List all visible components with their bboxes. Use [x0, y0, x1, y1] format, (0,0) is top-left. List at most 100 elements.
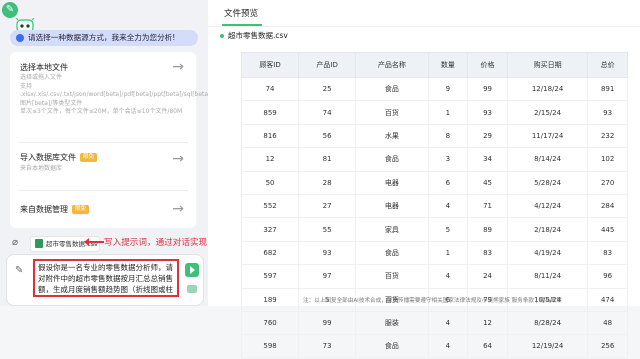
app-logo-icon[interactable]: ✎ — [2, 2, 18, 18]
chat-input-area: ✎ 假设你是一名专业的零售数据分析师，请对附件中的超市零售数据按月汇总总销售额，… — [6, 254, 204, 306]
option-title: 选择本地文件 — [20, 63, 68, 72]
table-cell: 256 — [587, 334, 628, 359]
table-cell: 83 — [467, 240, 508, 266]
table-cell: 食品 — [355, 240, 429, 266]
column-header: 顾客ID — [240, 52, 300, 78]
table-cell: 百货 — [355, 100, 429, 125]
option-title: 来自数据管理 — [20, 205, 68, 214]
table-cell: 74 — [240, 76, 300, 102]
table-cell: 12 — [240, 147, 300, 172]
paperclip-icon[interactable]: ⌀ — [12, 237, 18, 248]
table-row: 552 27 电器 4 71 4/12/24 284 — [240, 193, 628, 219]
close-icon[interactable]: × — [91, 237, 96, 251]
table-cell: 83 — [587, 240, 628, 266]
table-cell: 12/18/24 — [506, 76, 589, 102]
chat-input[interactable]: 假设你是一名专业的零售数据分析师，请对附件中的超市零售数据按月汇总总销售额，生成… — [33, 259, 179, 297]
table-row: 760 99 服装 4 12 8/28/24 48 — [240, 310, 628, 336]
table-cell: 93 — [467, 100, 508, 125]
table-cell: 859 — [240, 100, 300, 125]
table-cell: 2/15/24 — [506, 100, 589, 125]
table-cell: 102 — [587, 147, 628, 172]
table-cell: 93 — [587, 100, 628, 125]
table-cell: 28 — [298, 170, 357, 195]
column-header: 产品名称 — [355, 52, 429, 78]
table-cell: 2/18/24 — [506, 217, 589, 242]
table-cell: 50 — [240, 170, 300, 195]
annotation-arrow — [84, 238, 104, 246]
send-icon[interactable] — [185, 263, 199, 277]
tab-file-preview[interactable]: 文件预览 — [224, 7, 258, 19]
table-row: 816 56 水果 8 29 11/17/24 232 — [240, 123, 628, 149]
table-cell: 81 — [298, 147, 357, 172]
table-cell: 8/28/24 — [506, 310, 589, 336]
divider — [18, 190, 188, 191]
table-cell: 45 — [467, 170, 508, 195]
option-title: 导入数据库文件 — [20, 153, 76, 162]
active-tab-indicator — [222, 24, 262, 26]
table-cell: 1 — [427, 100, 469, 125]
column-header: 价格 — [467, 52, 508, 78]
table-cell: 3 — [427, 147, 469, 172]
table-cell: 4 — [427, 193, 469, 219]
column-header: 数量 — [427, 52, 469, 78]
table-cell: 5 — [427, 217, 469, 242]
column-header: 总价 — [587, 52, 628, 78]
table-cell: 服装 — [355, 310, 429, 336]
disclaimer-footer: 注：以上回复全部由AI技术合成，聚焦传播需要遵守相关国家法律法规及小浣熊家族 服… — [303, 298, 562, 304]
table-cell: 11/17/24 — [506, 123, 589, 149]
table-cell: 284 — [587, 193, 628, 219]
table-cell: 电器 — [355, 193, 429, 219]
table-cell: 家具 — [355, 217, 429, 242]
table-cell: 4 — [427, 334, 469, 359]
table-row: 597 97 百货 4 24 8/11/24 96 — [240, 264, 628, 289]
table-cell: 27 — [298, 193, 357, 219]
option-desc: 选择或拖入文件 支持 .xlsx/.xls/.csv/.txt/json/wor… — [20, 74, 213, 116]
table-cell: 327 — [240, 217, 300, 242]
table-row: 859 74 百货 1 93 2/15/24 93 — [240, 100, 628, 125]
table-cell: 64 — [467, 334, 508, 359]
table-row: 598 73 食品 4 64 12/19/24 256 — [240, 334, 628, 359]
csv-file-icon — [35, 239, 43, 248]
table-cell: 水果 — [355, 123, 429, 149]
left-panel: ✎ 请选择一种数据源方式，我来全力为您分析! 选择本地文件 选择或拖入文件 支持… — [0, 0, 242, 306]
option-import-database[interactable]: 导入数据库文件 限免 来自本地数据库 → — [10, 144, 196, 186]
table-cell: 1 — [427, 240, 469, 266]
table-cell: 34 — [467, 147, 508, 172]
table-cell: 48 — [587, 310, 628, 336]
table-cell: 4/12/24 — [506, 193, 589, 219]
table-cell: 96 — [587, 264, 628, 289]
table-row: 327 55 家具 5 89 2/18/24 445 — [240, 217, 628, 242]
table-cell: 8/11/24 — [506, 264, 589, 289]
status-dot-icon — [220, 34, 224, 38]
table-cell: 12/19/24 — [506, 334, 589, 359]
table-cell: 552 — [240, 193, 300, 219]
table-cell: 8 — [427, 123, 469, 149]
arrow-right-icon: → — [172, 59, 184, 75]
table-cell: 816 — [240, 123, 300, 149]
table-cell: 食品 — [355, 334, 429, 359]
table-cell: 445 — [587, 217, 628, 242]
prompt-template-icon[interactable]: ✎ — [15, 265, 23, 276]
table-cell: 598 — [240, 334, 300, 359]
table-cell: 29 — [467, 123, 508, 149]
table-cell: 4 — [427, 310, 469, 336]
table-row: 682 93 食品 1 83 4/19/24 83 — [240, 240, 628, 266]
table-cell: 93 — [298, 240, 357, 266]
table-cell: 56 — [298, 123, 357, 149]
table-cell: 232 — [587, 123, 628, 149]
option-desc: 来自本地数据库 — [20, 165, 63, 172]
table-cell: 25 — [298, 76, 357, 102]
table-cell: 6 — [427, 170, 469, 195]
table-cell: 891 — [587, 76, 628, 102]
table-cell: 电器 — [355, 170, 429, 195]
attached-file-chip[interactable]: 超市零售数据.csv × — [30, 236, 100, 252]
table-cell: 760 — [240, 310, 300, 336]
table-cell: 89 — [467, 217, 508, 242]
send-button[interactable] — [187, 285, 197, 293]
table-cell: 12 — [467, 310, 508, 336]
option-data-management[interactable]: 来自数据管理 限免 → — [10, 192, 196, 228]
table-cell: 74 — [298, 100, 357, 125]
option-local-file[interactable]: 选择本地文件 选择或拖入文件 支持 .xlsx/.xls/.csv/.txt/j… — [10, 52, 213, 138]
free-badge: 限免 — [72, 205, 90, 214]
file-preview-panel: 文件预览 超市零售数据.csv 顾客ID 产品ID 产品名称 数量 价格 购买日… — [208, 0, 640, 359]
